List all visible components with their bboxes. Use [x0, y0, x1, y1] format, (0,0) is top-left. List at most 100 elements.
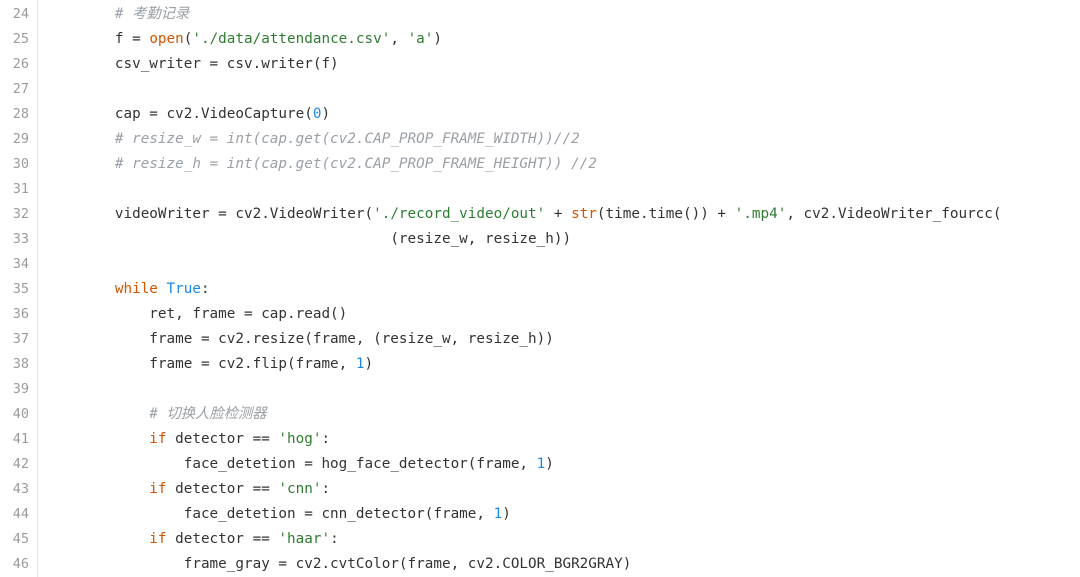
code-token: ret, frame = cap.read()	[149, 306, 347, 322]
code-token: :	[330, 531, 339, 547]
indent	[46, 231, 390, 247]
code-line[interactable]	[46, 77, 1080, 102]
code-line[interactable]: # 切换人脸检测器	[46, 402, 1080, 427]
code-line[interactable]: face_detetion = hog_face_detector(frame,…	[46, 452, 1080, 477]
line-number: 39	[0, 377, 37, 402]
line-number: 34	[0, 252, 37, 277]
code-token: 'a'	[408, 31, 434, 47]
code-token: cap = cv2.VideoCapture(	[115, 106, 313, 122]
indent	[46, 131, 115, 147]
code-token: , cv2.VideoWriter_fourcc(	[786, 206, 1001, 222]
indent	[46, 531, 149, 547]
code-line[interactable]: # resize_w = int(cap.get(cv2.CAP_PROP_FR…	[46, 127, 1080, 152]
line-number: 24	[0, 2, 37, 27]
indent	[46, 331, 149, 347]
code-token: './data/attendance.csv'	[192, 31, 390, 47]
line-number: 43	[0, 477, 37, 502]
code-token: )	[433, 31, 442, 47]
line-number: 36	[0, 302, 37, 327]
line-number: 32	[0, 202, 37, 227]
code-line[interactable]: frame = cv2.flip(frame, 1)	[46, 352, 1080, 377]
code-token: :	[321, 481, 330, 497]
indent	[46, 356, 149, 372]
indent	[46, 556, 184, 572]
indent	[46, 406, 149, 422]
code-token: if	[149, 481, 166, 497]
code-line[interactable]: face_detetion = cnn_detector(frame, 1)	[46, 502, 1080, 527]
code-token: str	[571, 206, 597, 222]
line-number: 38	[0, 352, 37, 377]
code-line[interactable]: frame = cv2.resize(frame, (resize_w, res…	[46, 327, 1080, 352]
code-token: # resize_h = int(cap.get(cv2.CAP_PROP_FR…	[115, 156, 597, 172]
code-token: :	[321, 431, 330, 447]
code-line[interactable]: if detector == 'cnn':	[46, 477, 1080, 502]
code-token: 'hog'	[278, 431, 321, 447]
line-number: 33	[0, 227, 37, 252]
code-token: # 切换人脸检测器	[149, 406, 266, 422]
code-token: )	[365, 356, 374, 372]
code-line[interactable]: f = open('./data/attendance.csv', 'a')	[46, 27, 1080, 52]
code-token: face_detetion = hog_face_detector(frame,	[184, 456, 537, 472]
code-token: './record_video/out'	[373, 206, 545, 222]
code-line[interactable]: frame_gray = cv2.cvtColor(frame, cv2.COL…	[46, 552, 1080, 577]
code-line[interactable]: videoWriter = cv2.VideoWriter('./record_…	[46, 202, 1080, 227]
indent	[46, 206, 115, 222]
code-line[interactable]: if detector == 'hog':	[46, 427, 1080, 452]
code-token: face_detetion = cnn_detector(frame,	[184, 506, 494, 522]
indent	[46, 456, 184, 472]
code-token: )	[502, 506, 511, 522]
code-token: frame_gray = cv2.cvtColor(frame, cv2.COL…	[184, 556, 632, 572]
code-token: :	[201, 281, 210, 297]
code-line[interactable]: cap = cv2.VideoCapture(0)	[46, 102, 1080, 127]
code-line[interactable]	[46, 252, 1080, 277]
line-number: 40	[0, 402, 37, 427]
code-line[interactable]: (resize_w, resize_h))	[46, 227, 1080, 252]
line-number: 26	[0, 52, 37, 77]
code-token: 1	[537, 456, 546, 472]
code-token: frame = cv2.resize(frame, (resize_w, res…	[149, 331, 554, 347]
code-line[interactable]: if detector == 'haar':	[46, 527, 1080, 552]
code-line[interactable]: csv_writer = csv.writer(f)	[46, 52, 1080, 77]
code-line[interactable]: while True:	[46, 277, 1080, 302]
line-number: 42	[0, 452, 37, 477]
indent	[46, 6, 115, 22]
code-token: (time.time()) +	[597, 206, 735, 222]
code-token: open	[149, 31, 183, 47]
code-token	[158, 281, 167, 297]
line-number: 44	[0, 502, 37, 527]
code-token: if	[149, 431, 166, 447]
indent	[46, 281, 115, 297]
indent	[46, 431, 149, 447]
line-number: 45	[0, 527, 37, 552]
code-line[interactable]: # resize_h = int(cap.get(cv2.CAP_PROP_FR…	[46, 152, 1080, 177]
indent	[46, 506, 184, 522]
code-token: (resize_w, resize_h))	[390, 231, 571, 247]
code-token: 1	[494, 506, 503, 522]
code-token: '.mp4'	[735, 206, 787, 222]
code-token: # 考勤记录	[115, 6, 189, 22]
line-number: 30	[0, 152, 37, 177]
code-token: f =	[115, 31, 149, 47]
code-area[interactable]: # 考勤记录 f = open('./data/attendance.csv',…	[38, 0, 1080, 577]
code-line[interactable]: ret, frame = cap.read()	[46, 302, 1080, 327]
code-line[interactable]	[46, 377, 1080, 402]
code-line[interactable]	[46, 177, 1080, 202]
code-token: while	[115, 281, 158, 297]
code-token: )	[321, 106, 330, 122]
indent	[46, 306, 149, 322]
line-number: 25	[0, 27, 37, 52]
code-token: 1	[356, 356, 365, 372]
indent	[46, 156, 115, 172]
indent	[46, 106, 115, 122]
line-number: 27	[0, 77, 37, 102]
code-token: videoWriter = cv2.VideoWriter(	[115, 206, 373, 222]
code-line[interactable]: # 考勤记录	[46, 2, 1080, 27]
code-token: # resize_w = int(cap.get(cv2.CAP_PROP_FR…	[115, 131, 580, 147]
code-token: 'haar'	[278, 531, 330, 547]
line-number-gutter: 2425262728293031323334353637383940414243…	[0, 0, 38, 577]
code-token: detector ==	[167, 431, 279, 447]
code-token: detector ==	[167, 531, 279, 547]
line-number: 37	[0, 327, 37, 352]
code-token: detector ==	[167, 481, 279, 497]
code-token: +	[545, 206, 571, 222]
